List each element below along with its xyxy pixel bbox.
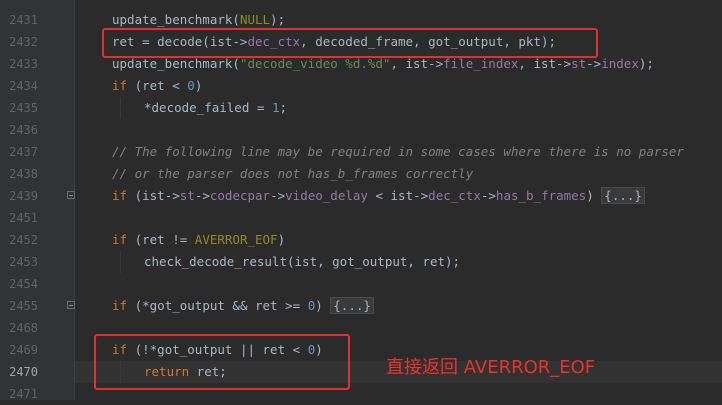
line-number: 2455 (9, 299, 38, 313)
code-token: (ret != (127, 232, 195, 247)
code-token: 0 (187, 78, 195, 93)
code-token: st (179, 188, 195, 203)
code-token: NULL (239, 12, 271, 27)
code-token: has_b_frames (495, 188, 587, 203)
line-number: 2433 (9, 57, 38, 71)
code-token: ) (194, 78, 203, 93)
code-text: // or the parser does not has_b_frames c… (112, 163, 473, 185)
line-number: 2469 (9, 343, 38, 357)
code-token: ) (315, 298, 331, 313)
line-number: 2436 (9, 123, 38, 137)
code-token: file_index (443, 56, 519, 71)
code-token: , ist-> (518, 56, 572, 71)
code-text: if (ret < 0) (112, 75, 202, 97)
code-line[interactable]: 2455 if (*got_output && ret >= 0) {...} (9, 295, 722, 317)
code-token: ) (586, 188, 602, 203)
code-token: -> (480, 188, 496, 203)
line-number: 2468 (9, 321, 38, 335)
code-line[interactable]: 2451 (9, 207, 722, 229)
code-token: st (571, 56, 587, 71)
code-text: *decode_failed = 1; (144, 97, 287, 119)
code-token: ; (279, 100, 287, 115)
fold-toggle-icon[interactable] (67, 191, 75, 199)
code-token: -> (194, 188, 210, 203)
code-line[interactable]: 2436 (9, 119, 722, 141)
code-token: < ist-> (367, 188, 429, 203)
code-token: ); (270, 12, 286, 27)
code-line[interactable]: 2454 (9, 273, 722, 295)
code-text: // The following line may be required in… (112, 141, 684, 163)
code-line[interactable]: 2434 if (ret < 0) (9, 75, 722, 97)
code-token: update_benchmark( (112, 12, 240, 27)
code-token: ) (277, 232, 286, 247)
fold-toggle-icon[interactable] (67, 301, 75, 309)
highlight-box-decode-call (102, 28, 598, 58)
code-text: if (ret != AVERROR_EOF) (112, 229, 285, 251)
code-token: "decode_video %d.%d" (239, 56, 391, 71)
code-token: // or the parser does not has_b_frames c… (112, 166, 474, 181)
line-number: 2434 (9, 79, 38, 93)
line-number: 2451 (9, 211, 38, 225)
code-token: dec_ctx (428, 188, 481, 203)
line-number: 2438 (9, 167, 38, 181)
line-number: 2432 (9, 35, 38, 49)
code-line[interactable]: 2453 check_decode_result(ist, got_output,… (9, 251, 722, 273)
line-number: 2437 (9, 145, 38, 159)
code-text: check_decode_result(ist, got_output, ret… (144, 251, 460, 273)
code-token: if (112, 298, 128, 313)
code-token: , ist-> (390, 56, 444, 71)
folded-block-button[interactable]: {...} (330, 297, 374, 314)
code-line[interactable]: 2438 // or the parser does not has_b_fram… (9, 163, 722, 185)
line-number: 2470 (9, 365, 38, 379)
code-token: ); (638, 56, 654, 71)
code-text: if (*got_output && ret >= 0) {...} (112, 295, 374, 317)
code-token: if (112, 78, 128, 93)
indent-guide (120, 97, 121, 119)
code-text: if (ist->st->codecpar->video_delay < ist… (112, 185, 645, 207)
highlight-box-return (94, 334, 350, 390)
line-number: 2471 (9, 387, 38, 401)
code-token: AVERROR_EOF (194, 232, 278, 247)
line-number: 2439 (9, 189, 38, 203)
line-number: 2435 (9, 101, 38, 115)
code-token: video_delay (285, 188, 368, 203)
code-token: -> (586, 56, 602, 71)
code-line[interactable]: 2437 // The following line may be require… (9, 141, 722, 163)
code-line[interactable]: 2439 if (ist->st->codecpar->video_delay <… (9, 185, 722, 207)
code-token: if (112, 188, 128, 203)
code-token: if (112, 232, 128, 247)
folded-block-button[interactable]: {...} (601, 187, 645, 204)
code-token: (ret < (127, 78, 188, 93)
line-number: 2453 (9, 255, 38, 269)
code-token: update_benchmark( (112, 56, 240, 71)
line-number: 2431 (9, 13, 38, 27)
code-token: codecpar (209, 188, 271, 203)
indent-guide (120, 251, 121, 273)
code-token: *decode_failed = (144, 100, 272, 115)
code-token: (ist-> (127, 188, 180, 203)
code-token: // The following line may be required in… (112, 144, 684, 159)
code-line[interactable]: 2435 *decode_failed = 1; (9, 97, 722, 119)
line-number: 2454 (9, 277, 38, 291)
code-line[interactable]: 2452 if (ret != AVERROR_EOF) (9, 229, 722, 251)
line-number: 2452 (9, 233, 38, 247)
code-token: (*got_output && ret >= (127, 298, 308, 313)
code-token: check_decode_result(ist, got_output, ret… (144, 254, 461, 269)
code-token: -> (270, 188, 286, 203)
annotation-text: 直接返回 AVERROR_EOF (386, 357, 596, 378)
code-token: index (601, 56, 639, 71)
